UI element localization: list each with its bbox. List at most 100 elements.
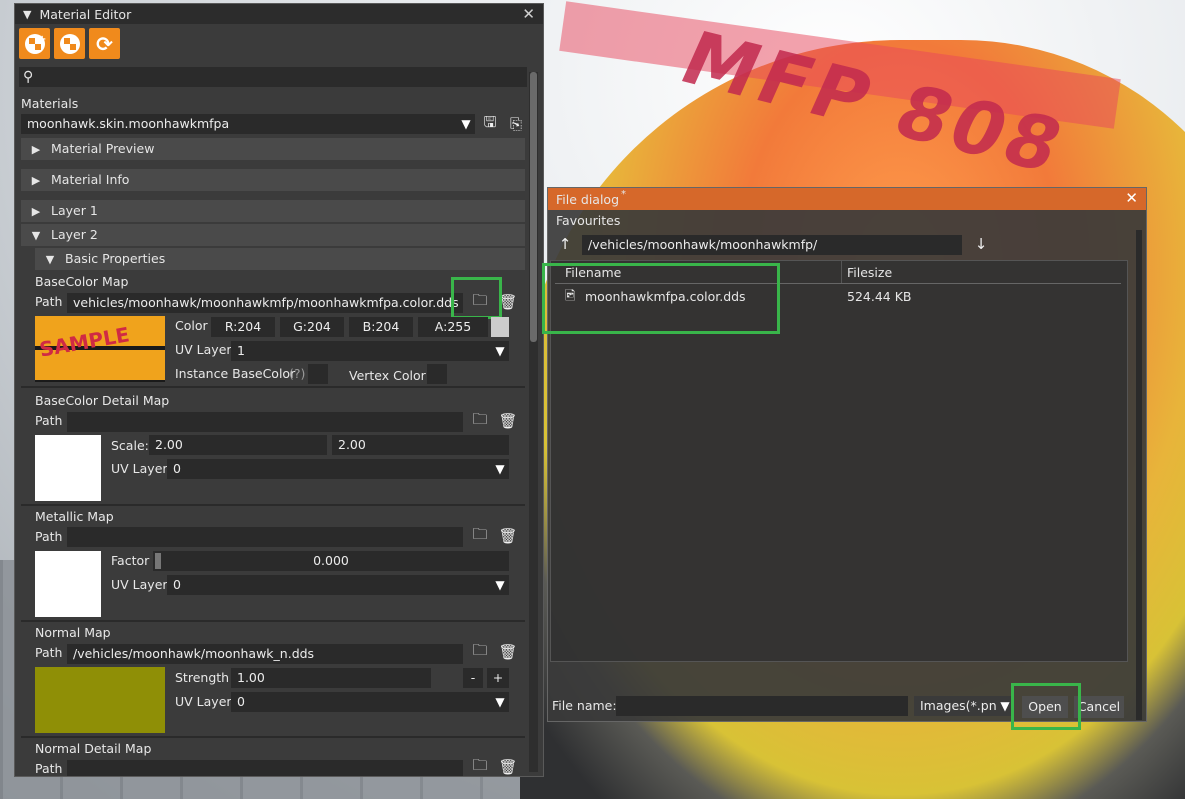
open-button[interactable]: Open xyxy=(1022,696,1068,718)
save-material-button[interactable]: 🖫 xyxy=(479,113,501,134)
revert-material-button[interactable]: ⎘ xyxy=(505,114,527,134)
metallic-path-input[interactable] xyxy=(67,527,463,547)
strength-decrement-button[interactable]: - xyxy=(463,668,483,688)
normal-path-input[interactable]: /vehicles/moonhawk/moonhawk_n.dds xyxy=(67,644,463,664)
clear-file-button[interactable]: 🗑 xyxy=(497,758,519,776)
browse-file-button[interactable]: 🗀 xyxy=(469,410,491,431)
clear-file-button[interactable]: 🗑 xyxy=(497,292,519,312)
metallic-thumbnail xyxy=(35,551,101,617)
image-file-icon: 🖻 xyxy=(565,289,576,304)
browse-file-button[interactable]: 🗀 xyxy=(469,756,491,776)
material-select[interactable]: moonhawk.skin.moonhawkmfpa ▼ xyxy=(21,114,475,134)
instance-basecolor-checkbox[interactable] xyxy=(308,364,328,384)
trash-icon: 🗑 xyxy=(498,643,518,661)
divider xyxy=(21,736,525,738)
section-material-preview[interactable]: ▶ Material Preview xyxy=(21,138,525,160)
material-editor-titlebar[interactable]: ▼ Material Editor ✕ xyxy=(15,4,543,24)
normal-detail-title: Normal Detail Map xyxy=(35,741,152,756)
section-layer-2[interactable]: ▼ Layer 2 xyxy=(21,224,525,246)
vertex-color-checkbox[interactable] xyxy=(427,364,447,384)
clear-file-button[interactable]: 🗑 xyxy=(497,526,519,546)
chevron-down-icon[interactable]: ▼ xyxy=(996,696,1014,716)
browse-file-button[interactable]: 🗀 xyxy=(469,524,491,546)
path-label: Path xyxy=(35,529,63,544)
file-size: 524.44 KB xyxy=(847,289,912,304)
file-dialog-window[interactable]: File dialog * ✕ Favourites ↑ /vehicles/m… xyxy=(542,187,1147,730)
normal-detail-path-input[interactable] xyxy=(67,760,463,776)
color-a-input[interactable]: A:255 xyxy=(418,317,488,337)
instance-basecolor-label: Instance BaseColor xyxy=(175,366,296,381)
strength-input[interactable]: 1.00 xyxy=(231,668,431,688)
uv-layer-select[interactable]: 0 ▼ xyxy=(167,575,509,595)
file-list[interactable]: Filename Filesize 🖻 moonhawkmfpa.color.d… xyxy=(550,260,1128,662)
browse-file-button[interactable]: 🗀 xyxy=(469,290,491,312)
basecolor-detail-path-input[interactable] xyxy=(67,412,463,432)
strength-label: Strength xyxy=(175,670,230,685)
material-editor-window[interactable]: ▼ Material Editor ✕ + ⟳ ⚲ Materials moon… xyxy=(14,3,544,777)
chevron-down-icon[interactable]: ▼ xyxy=(491,575,509,595)
scale-y-input[interactable]: 2.00 xyxy=(332,435,509,455)
color-b-input[interactable]: B:204 xyxy=(349,317,413,337)
collapse-arrow-icon: ▼ xyxy=(31,229,41,242)
arrow-up-icon: ↑ xyxy=(558,235,572,253)
close-icon[interactable]: ✕ xyxy=(522,5,535,23)
uv-layer-value: 1 xyxy=(237,343,245,358)
color-r-input[interactable]: R:204 xyxy=(211,317,275,337)
close-icon[interactable]: ✕ xyxy=(1125,189,1138,207)
clear-file-button[interactable]: 🗑 xyxy=(497,411,519,431)
materials-label: Materials xyxy=(21,96,79,111)
factor-slider[interactable]: 0.000 xyxy=(153,551,509,571)
column-header-filename[interactable]: Filename xyxy=(565,265,621,280)
folder-icon: 🗀 xyxy=(472,290,488,309)
chevron-down-icon[interactable]: ▼ xyxy=(491,692,509,712)
file-name-input[interactable] xyxy=(616,696,908,716)
help-marker[interactable]: (?) xyxy=(289,366,305,381)
color-g-input[interactable]: G:204 xyxy=(280,317,344,337)
folder-icon: 🗀 xyxy=(472,524,488,543)
section-basic-properties[interactable]: ▼ Basic Properties xyxy=(35,248,525,270)
uv-layer-select[interactable]: 0 ▼ xyxy=(231,692,509,712)
file-dialog-titlebar[interactable]: File dialog * ✕ xyxy=(548,188,1146,210)
uv-layer-select[interactable]: 1 ▼ xyxy=(231,341,509,361)
slider-handle[interactable] xyxy=(155,553,161,569)
scrollbar-thumb[interactable] xyxy=(530,72,537,342)
color-swatch[interactable] xyxy=(491,317,509,337)
chevron-down-icon[interactable]: ▼ xyxy=(491,459,509,479)
collapse-arrow-icon: ▼ xyxy=(45,253,55,266)
clone-material-button[interactable] xyxy=(54,28,85,59)
favourites-label[interactable]: Favourites xyxy=(556,213,620,228)
revert-file-icon: ⎘ xyxy=(509,115,522,133)
file-type-filter-select[interactable]: Images(*.png, ▼ xyxy=(914,696,1014,716)
basecolor-path-input[interactable]: vehicles/moonhawk/moonhawkmfp/moonhawkmf… xyxy=(67,293,463,313)
path-dropdown-button[interactable]: ↓ xyxy=(970,234,992,254)
search-input[interactable]: ⚲ xyxy=(19,67,527,87)
section-material-info[interactable]: ▶ Material Info xyxy=(21,169,525,191)
column-header-filesize[interactable]: Filesize xyxy=(847,265,892,280)
uv-layer-value: 0 xyxy=(173,461,181,476)
reload-button[interactable]: ⟳ xyxy=(89,28,120,59)
section-label: Layer 1 xyxy=(51,203,98,218)
scale-x-input[interactable]: 2.00 xyxy=(149,435,327,455)
uv-layer-select[interactable]: 0 ▼ xyxy=(167,459,509,479)
parent-directory-button[interactable]: ↑ xyxy=(554,234,576,254)
new-material-button[interactable]: + xyxy=(19,28,50,59)
strength-increment-button[interactable]: + xyxy=(487,668,509,688)
dialog-scrollbar[interactable] xyxy=(1136,230,1142,720)
path-label: Path xyxy=(35,645,63,660)
chevron-down-icon[interactable]: ▼ xyxy=(457,114,475,134)
trash-icon: 🗑 xyxy=(498,412,518,430)
clear-file-button[interactable]: 🗑 xyxy=(497,642,519,662)
column-divider[interactable] xyxy=(841,261,842,283)
cancel-button[interactable]: Cancel xyxy=(1074,696,1124,718)
file-row[interactable]: 🖻 moonhawkmfpa.color.dds 524.44 KB xyxy=(557,286,1123,308)
path-input[interactable]: /vehicles/moonhawk/moonhawkmfp/ xyxy=(582,235,962,255)
browse-file-button[interactable]: 🗀 xyxy=(469,641,491,662)
uv-layer-value: 0 xyxy=(173,577,181,592)
basecolor-detail-thumbnail xyxy=(35,435,101,501)
section-layer-1[interactable]: ▶ Layer 1 xyxy=(21,200,525,222)
folder-icon: 🗀 xyxy=(472,755,488,774)
collapse-triangle-icon[interactable]: ▼ xyxy=(23,8,31,21)
basecolor-thumbnail: SAMPLE xyxy=(35,316,165,382)
vertical-scrollbar[interactable] xyxy=(529,72,538,772)
chevron-down-icon[interactable]: ▼ xyxy=(491,341,509,361)
